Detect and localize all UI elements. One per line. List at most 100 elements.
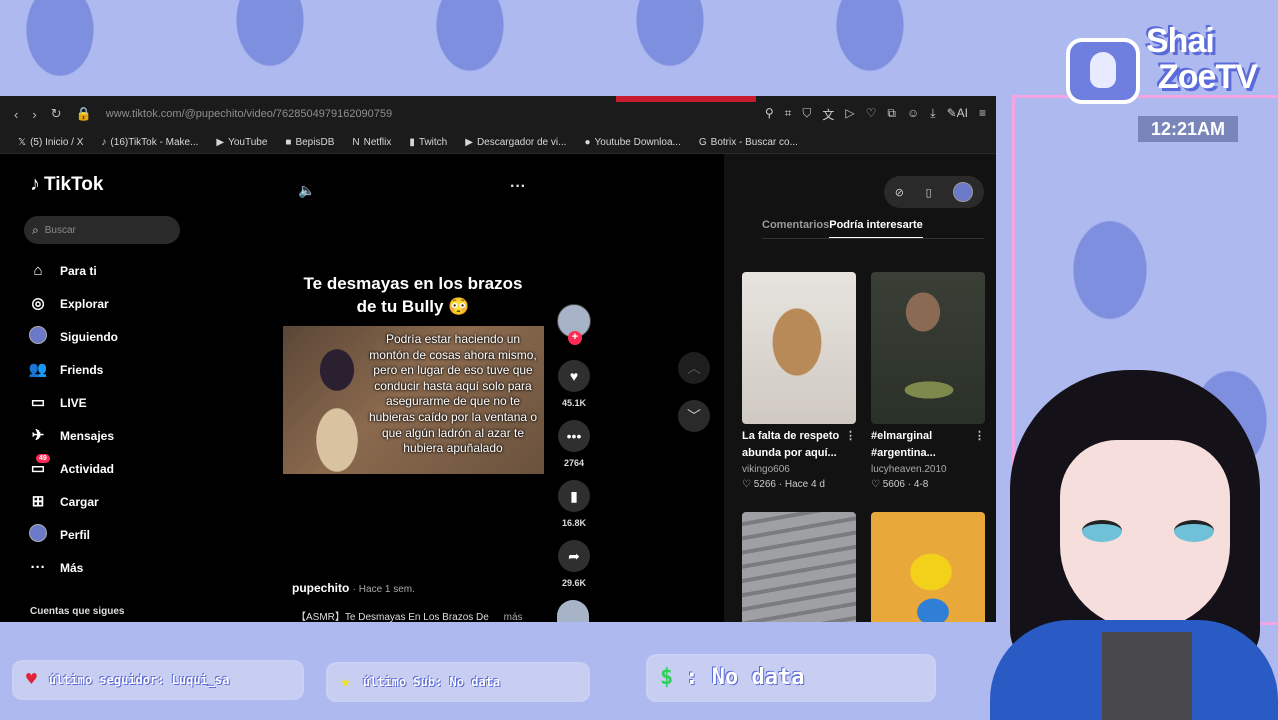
extensions-icon[interactable]: ⧉: [887, 106, 896, 123]
video-card[interactable]: [871, 512, 985, 622]
sidebar-item-cargar[interactable]: ⊞ Cargar: [28, 485, 198, 518]
heart-icon: ♡: [742, 479, 754, 490]
video-thumbnail[interactable]: [742, 272, 856, 424]
video-card[interactable]: [742, 512, 856, 622]
sidebar-item-mensajes[interactable]: ✈ Mensajes: [28, 419, 198, 452]
card-date: · Hace 4 d: [778, 479, 825, 490]
last-follower-text: último seguidor: Luqui_sa: [48, 673, 230, 687]
sidebar-item-actividad[interactable]: ▭ 49 Actividad: [28, 452, 198, 485]
download-icon[interactable]: ⤓: [930, 106, 935, 123]
card-meta: ♡ 5266 · Hace 4 d: [742, 478, 856, 492]
video-description: 【ASMR】Te Desmayas En Los Brazos De más: [296, 608, 523, 622]
browser-window: ‹ › ↻ 🔒 www.tiktok.com/@pupechito/video/…: [0, 96, 996, 622]
volume-icon[interactable]: 🔈: [298, 182, 315, 199]
heart-icon: ♡: [871, 479, 883, 490]
comment-button[interactable]: •••: [558, 420, 590, 452]
sidebar-item-friends[interactable]: 👥 Friends: [28, 353, 198, 386]
user-avatar[interactable]: [953, 182, 974, 202]
avatar: [29, 326, 47, 344]
bookmark-item[interactable]: ● Youtube Downloa...: [584, 137, 680, 148]
video-card[interactable]: La falta de respeto abunda por aquí... ⋮ v…: [742, 272, 856, 492]
x-icon: 𝕏: [18, 137, 27, 148]
tiktok-icon: ♪: [101, 137, 107, 148]
kebab-menu-icon[interactable]: ⋮: [974, 428, 985, 445]
bookmark-item[interactable]: 𝕏 (5) Inicio / X: [18, 137, 83, 148]
twitch-icon: ▮: [409, 137, 415, 148]
bookmark-item[interactable]: ▮ Twitch: [409, 137, 447, 148]
sidebar-item-explorar[interactable]: ◎ Explorar: [28, 287, 198, 320]
share-button[interactable]: ➦: [558, 540, 590, 572]
forward-icon[interactable]: ›: [32, 107, 36, 122]
bookmark-item[interactable]: ▶ Descargador de vi...: [465, 137, 566, 148]
video-title: Te desmayas en los brazos de tu Bully 😳: [303, 274, 523, 316]
video-thumbnail[interactable]: [871, 512, 985, 622]
next-author-avatar[interactable]: [557, 600, 589, 622]
video-card[interactable]: #elmarginal #argentina... ⋮ lucyheaven.201…: [871, 272, 985, 492]
sidebar-item-para-ti[interactable]: ⌂ Para ti: [28, 254, 198, 287]
save-count: 16.8K: [561, 518, 587, 528]
kebab-menu-icon[interactable]: ⋮: [845, 428, 856, 445]
sidebar-item-label: Más: [60, 560, 84, 575]
video-player[interactable]: Podría estar haciendo un montón de cosas…: [283, 326, 544, 474]
screenshot-icon[interactable]: ⌗: [785, 106, 792, 123]
card-likes: 5266: [753, 479, 776, 490]
more-link[interactable]: más: [504, 612, 523, 622]
video-thumbnail[interactable]: [871, 272, 985, 424]
star-icon: ★: [340, 671, 351, 692]
pin-icon[interactable]: ⚲: [765, 106, 774, 123]
like-button[interactable]: ♥: [558, 360, 590, 392]
tab-comentarios[interactable]: Comentarios: [762, 220, 829, 239]
bookmark-label: BepisDB: [295, 137, 335, 148]
tab-divider: [762, 238, 984, 239]
sidebar-item-label: Perfil: [60, 527, 91, 542]
tiktok-logo[interactable]: ♪ TikTok: [30, 174, 103, 194]
author-avatar[interactable]: +: [557, 304, 591, 345]
url-field[interactable]: www.tiktok.com/@pupechito/video/76285049…: [106, 108, 392, 120]
reload-icon[interactable]: ↻: [51, 106, 62, 122]
video-thumbnail[interactable]: [742, 512, 856, 622]
downloader-icon: ▶: [465, 137, 473, 148]
bookmark-label: Botrix - Buscar co...: [710, 137, 798, 148]
menu-icon[interactable]: ≡: [979, 106, 986, 123]
bookmark-item[interactable]: ♪ (16)TikTok - Make...: [101, 137, 198, 148]
card-user[interactable]: vikingo606: [742, 462, 856, 478]
bookmark-item[interactable]: G Botrix - Buscar co...: [699, 137, 798, 148]
previous-video-button[interactable]: ︿: [678, 352, 710, 384]
bookmark-item[interactable]: ▶ YouTube: [216, 137, 267, 148]
lock-icon: 🔒: [75, 106, 92, 121]
ai-icon[interactable]: ✎AI: [947, 106, 968, 123]
youtube-icon: ▶: [216, 137, 225, 148]
sidebar-item-mas[interactable]: ··· Más: [28, 551, 198, 584]
tab-podria-interesarte[interactable]: Podría interesarte: [829, 220, 923, 239]
live-icon: ▭: [30, 394, 46, 411]
back-icon[interactable]: ‹: [14, 107, 18, 122]
sidebar-item-perfil[interactable]: Perfil: [28, 518, 198, 551]
author-name[interactable]: pupechito: [292, 581, 349, 595]
more-options-icon[interactable]: ···: [510, 178, 526, 196]
bookmark-item[interactable]: ■ BepisDB: [285, 137, 334, 148]
anime-character-image: [301, 336, 371, 474]
bookmark-item[interactable]: N Netflix: [352, 137, 391, 148]
device-icon[interactable]: ▯: [926, 186, 932, 199]
search-input[interactable]: [44, 224, 165, 236]
next-video-button[interactable]: ﹀: [678, 400, 710, 432]
translate-icon[interactable]: 文: [822, 106, 834, 123]
heart-icon[interactable]: ♡: [866, 106, 877, 123]
search-icon: ⌕: [32, 222, 39, 237]
sidebar-item-live[interactable]: ▭ LIVE: [28, 386, 198, 419]
sidebar-menu: ⌂ Para ti ◎ Explorar Siguiendo 👥 Friends ▭ LIVE ✈…: [28, 254, 198, 584]
description-text: 【ASMR】Te Desmayas En Los Brazos De: [296, 612, 489, 622]
sidebar-item-siguiendo[interactable]: Siguiendo: [28, 320, 198, 353]
recording-indicator: [616, 96, 756, 102]
card-user[interactable]: lucyheaven.2010: [871, 462, 985, 478]
shield-icon[interactable]: ⛉: [802, 106, 811, 123]
sidebar-item-label: LIVE: [60, 395, 87, 410]
save-button[interactable]: ▮: [558, 480, 590, 512]
compass-icon[interactable]: ⊘: [895, 186, 904, 199]
vtuber-left-eye: [1082, 520, 1122, 542]
play-icon[interactable]: ▷: [845, 106, 854, 123]
upload-icon: ⊞: [31, 493, 45, 510]
follow-plus-icon[interactable]: +: [568, 331, 582, 345]
search-box[interactable]: ⌕: [24, 216, 180, 244]
profile-icon[interactable]: ☺: [907, 106, 919, 123]
